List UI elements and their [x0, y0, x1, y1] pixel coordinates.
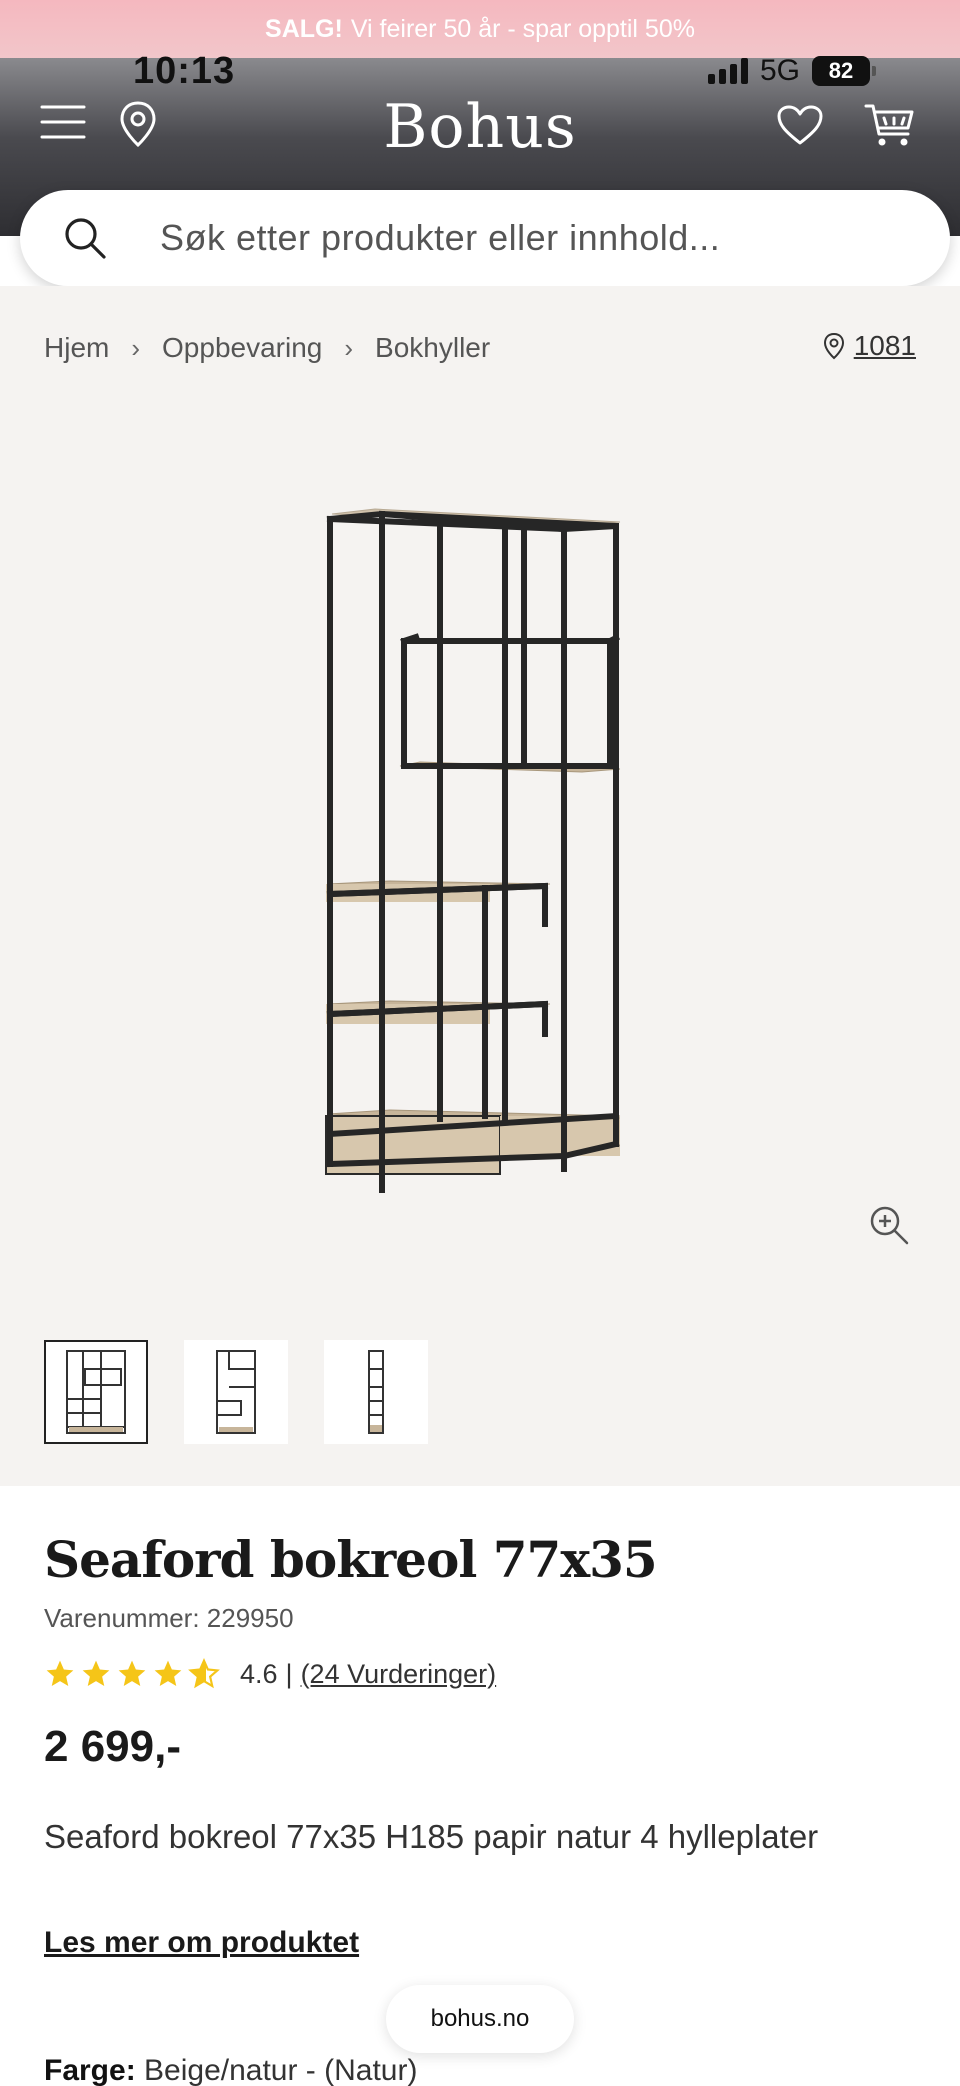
- color-label: Farge:: [44, 2054, 136, 2086]
- rating-stars: [44, 1658, 220, 1690]
- battery-level: 82: [828, 58, 854, 83]
- breadcrumb: Hjem › Oppbevaring › Bokhyller: [44, 332, 490, 364]
- search-icon[interactable]: [40, 190, 130, 286]
- star-icon: [46, 1660, 74, 1686]
- product-gallery: Hjem › Oppbevaring › Bokhyller 1081: [0, 286, 960, 1486]
- battery-icon: 82: [812, 56, 876, 86]
- bookshelf-front-thumb: [66, 1350, 126, 1434]
- product-rating[interactable]: 4.6 | (24 Vurderinger): [44, 1658, 924, 1690]
- product-sku: Varenummer: 229950: [44, 1603, 294, 1633]
- bookshelf-side-thumb: [216, 1350, 256, 1434]
- status-indicators: 5G 82: [707, 54, 876, 88]
- search-bar[interactable]: Søk etter produkter eller innhold...: [20, 190, 950, 286]
- store-selector[interactable]: 1081: [822, 330, 916, 362]
- product-info: Seaford bokreol 77x35 Varenummer: 229950…: [44, 1530, 924, 1960]
- color-selector[interactable]: Farge: Beige/natur - (Natur): [44, 2054, 417, 2086]
- star-icon: [154, 1660, 182, 1686]
- product-description: Seaford bokreol 77x35 H185 papir natur 4…: [44, 1818, 819, 1855]
- breadcrumb-storage[interactable]: Oppbevaring: [162, 332, 322, 364]
- chevron-right-icon: ›: [344, 332, 354, 363]
- color-value: Beige/natur - (Natur): [144, 2054, 418, 2086]
- star-half-icon: [188, 1658, 220, 1689]
- read-more-link[interactable]: Les mer om produktet: [44, 1926, 359, 1960]
- product-price: 2 699,-: [44, 1722, 181, 1771]
- thumbnail-3[interactable]: [324, 1340, 428, 1444]
- star-icon: [82, 1660, 110, 1686]
- location-pin-icon: [823, 332, 844, 360]
- promo-text: Vi feirer 50 år - spar opptil 50%: [350, 14, 695, 43]
- zoom-icon[interactable]: [868, 1204, 910, 1251]
- thumbnail-strip: [44, 1340, 428, 1444]
- rating-divider: |: [285, 1658, 293, 1689]
- status-time: 10:13: [133, 50, 236, 92]
- rating-count-link[interactable]: (24 Vurderinger): [301, 1659, 497, 1690]
- breadcrumb-home[interactable]: Hjem: [44, 332, 109, 364]
- product-title: Seaford bokreol 77x35: [44, 1530, 658, 1589]
- heart-icon[interactable]: [776, 104, 824, 146]
- search-input[interactable]: Søk etter produkter eller innhold...: [160, 217, 720, 259]
- bookshelf-profile-thumb: [368, 1350, 384, 1434]
- promo-bold: SALG!: [265, 14, 343, 43]
- site-url-pill[interactable]: bohus.no: [386, 1985, 574, 2053]
- cart-icon[interactable]: [864, 102, 916, 148]
- store-number[interactable]: 1081: [854, 330, 916, 362]
- rating-value: 4.6: [240, 1658, 278, 1689]
- thumbnail-1[interactable]: [44, 1340, 148, 1444]
- breadcrumb-bookshelves[interactable]: Bokhyller: [375, 332, 490, 364]
- signal-icon: [707, 58, 748, 84]
- product-image[interactable]: [320, 504, 640, 1194]
- thumbnail-2[interactable]: [184, 1340, 288, 1444]
- star-icon: [118, 1660, 146, 1686]
- network-type: 5G: [759, 54, 800, 87]
- chevron-right-icon: ›: [131, 332, 141, 363]
